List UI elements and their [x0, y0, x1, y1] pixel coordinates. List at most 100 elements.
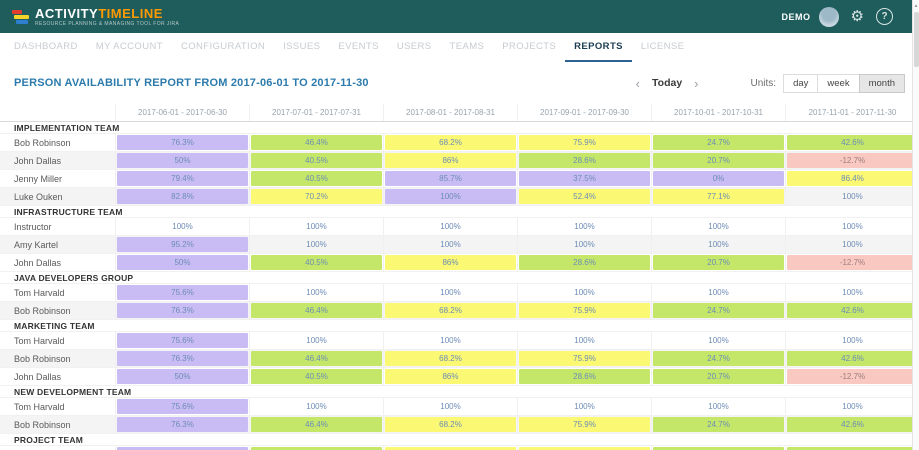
today-button[interactable]: Today: [646, 77, 688, 89]
availability-value: 75.9%: [573, 420, 596, 429]
availability-cell: 100%: [785, 398, 919, 415]
activitytimeline-app: ACTIVITYTIMELINE RESOURCE PLANNING & MAN…: [0, 0, 919, 450]
person-name: [0, 446, 115, 450]
availability-cell: 68.2%: [383, 134, 517, 151]
availability-value: 100%: [574, 402, 594, 411]
availability-value: 40.5%: [305, 372, 328, 381]
availability-value: 100%: [708, 222, 728, 231]
availability-value: 42.6%: [841, 420, 864, 429]
scroll-up-icon[interactable]: ▲: [913, 0, 919, 9]
availability-value: 20.7%: [707, 372, 730, 381]
unit-button-month[interactable]: month: [859, 74, 905, 93]
availability-value: 46.4%: [305, 306, 328, 315]
availability-value: 24.7%: [707, 138, 730, 147]
scrollbar-thumb[interactable]: [914, 12, 919, 67]
availability-value: 79.4%: [171, 174, 194, 183]
availability-cell: 24.7%: [651, 134, 785, 151]
availability-cell: 20.7%: [651, 254, 785, 271]
availability-cell: 40.5%: [249, 254, 383, 271]
prev-period-icon[interactable]: ‹: [630, 77, 646, 90]
table-row: Bob Robinson76.3%46.4%68.2%75.9%24.7%42.…: [0, 350, 919, 368]
nav-item-configuration[interactable]: CONFIGURATION: [172, 33, 274, 62]
availability-value: 100%: [172, 222, 192, 231]
availability-cell: 46.4%: [249, 416, 383, 433]
user-avatar[interactable]: [819, 7, 839, 27]
table-row: John Dallas50%40.5%86%28.6%20.7%-12.7%: [0, 368, 919, 386]
vertical-scrollbar[interactable]: ▲: [912, 0, 919, 450]
person-name: Bob Robinson: [0, 350, 115, 367]
nav-item-reports[interactable]: REPORTS: [565, 33, 632, 62]
availability-value: 100%: [574, 336, 594, 345]
availability-value: 100%: [842, 222, 862, 231]
availability-cell: 100%: [651, 218, 785, 235]
availability-cell: 75.6%: [115, 332, 249, 349]
availability-cell: -12.7%: [785, 152, 919, 169]
availability-value: 37.5%: [573, 174, 596, 183]
availability-cell: 40.5%: [249, 368, 383, 385]
availability-value: 42.6%: [841, 138, 864, 147]
app-logo[interactable]: ACTIVITYTIMELINE RESOURCE PLANNING & MAN…: [12, 7, 179, 27]
availability-cell: 85.7%: [383, 170, 517, 187]
nav-item-my-account[interactable]: MY ACCOUNT: [87, 33, 172, 62]
availability-cell: 75.6%: [115, 284, 249, 301]
availability-cell: [115, 446, 249, 450]
availability-cell: 75.6%: [115, 398, 249, 415]
availability-cell: 46.4%: [249, 134, 383, 151]
availability-value: 100%: [440, 192, 460, 201]
availability-cell: 76.3%: [115, 302, 249, 319]
availability-cell: 100%: [651, 236, 785, 253]
nav-item-teams[interactable]: TEAMS: [441, 33, 494, 62]
availability-value: 24.7%: [707, 420, 730, 429]
availability-value: 68.2%: [439, 420, 462, 429]
team-section-header-marketing-team: MARKETING TEAM: [0, 320, 919, 332]
nav-item-users[interactable]: USERS: [388, 33, 441, 62]
availability-cell: 100%: [785, 236, 919, 253]
next-period-icon[interactable]: ›: [688, 77, 704, 90]
availability-value: -12.7%: [840, 258, 865, 267]
person-name: Bob Robinson: [0, 134, 115, 151]
person-name: Bob Robinson: [0, 302, 115, 319]
team-section-header-project-team: PROJECT TEAM: [0, 434, 919, 446]
table-row: Instructor100%100%100%100%100%100%: [0, 218, 919, 236]
team-section-header-infrastructure-team: INFRASTRUCTURE TEAM: [0, 206, 919, 218]
availability-cell: 28.6%: [517, 368, 651, 385]
availability-value: 100%: [440, 336, 460, 345]
nav-item-license[interactable]: LICENSE: [632, 33, 693, 62]
person-name: Tom Harvald: [0, 284, 115, 301]
availability-value: 50%: [174, 258, 190, 267]
availability-cell: [651, 446, 785, 450]
availability-cell: 75.9%: [517, 350, 651, 367]
availability-value: 100%: [306, 240, 326, 249]
availability-cell: [785, 446, 919, 450]
help-icon[interactable]: ?: [876, 8, 893, 25]
availability-cell: 70.2%: [249, 188, 383, 205]
availability-value: 100%: [306, 336, 326, 345]
availability-value: 76.3%: [171, 354, 194, 363]
nav-item-projects[interactable]: PROJECTS: [493, 33, 565, 62]
unit-button-day[interactable]: day: [783, 74, 818, 93]
nav-item-issues[interactable]: ISSUES: [274, 33, 329, 62]
settings-gear-icon[interactable]: ⚙: [851, 9, 864, 24]
availability-cell: 86%: [383, 152, 517, 169]
team-section-header-new-development-team: NEW DEVELOPMENT TEAM: [0, 386, 919, 398]
availability-cell: 37.5%: [517, 170, 651, 187]
availability-cell: 100%: [651, 398, 785, 415]
nav-item-dashboard[interactable]: DASHBOARD: [5, 33, 87, 62]
table-row: Tom Harvald75.6%100%100%100%100%100%: [0, 332, 919, 350]
availability-cell: 68.2%: [383, 416, 517, 433]
availability-value: 100%: [440, 288, 460, 297]
availability-cell: -12.7%: [785, 368, 919, 385]
availability-value: 100%: [574, 222, 594, 231]
availability-cell: 0%: [651, 170, 785, 187]
availability-value: 100%: [842, 240, 862, 249]
availability-value: 100%: [842, 336, 862, 345]
availability-value: 100%: [842, 402, 862, 411]
availability-value: 46.4%: [305, 420, 328, 429]
availability-cell: [517, 446, 651, 450]
availability-value: 86%: [442, 258, 458, 267]
availability-value: 75.9%: [573, 354, 596, 363]
unit-button-week[interactable]: week: [817, 74, 859, 93]
nav-item-events[interactable]: EVENTS: [329, 33, 387, 62]
table-row: [0, 446, 919, 450]
availability-cell: 100%: [785, 188, 919, 205]
